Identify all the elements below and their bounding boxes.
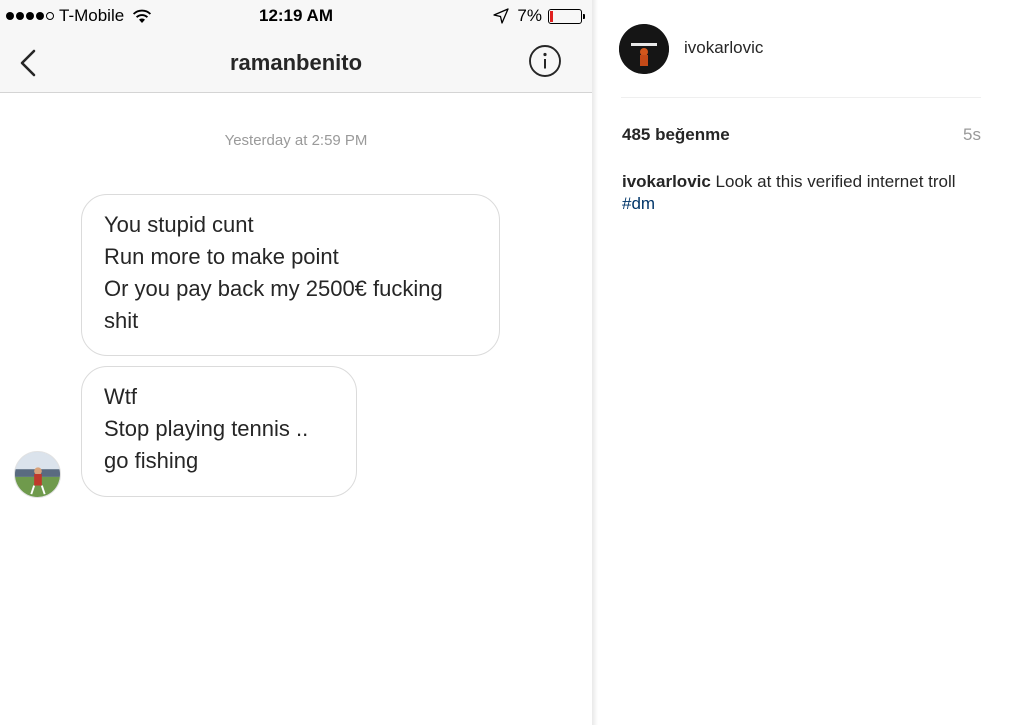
instagram-post-panel: ivokarlovic 485 beğenme 5s ivokarlovic L… — [592, 0, 1012, 725]
panel-edge — [592, 0, 598, 725]
battery-low-icon — [548, 8, 585, 24]
conversation-title: ramanbenito — [229, 50, 363, 75]
likes-count[interactable]: 485 beğenme — [622, 125, 730, 145]
caption-text: Look at this verified internet troll — [710, 172, 956, 191]
dm-screen: T-Mobile 12:19 AM 7% ramanbenito Yesterd… — [0, 0, 592, 725]
post-author-avatar[interactable] — [619, 24, 669, 74]
info-icon[interactable] — [528, 44, 562, 78]
sender-avatar[interactable] — [14, 451, 61, 498]
status-bar: T-Mobile 12:19 AM 7% — [0, 0, 592, 34]
caption-hashtag[interactable]: #dm — [622, 194, 655, 213]
post-caption: ivokarlovic Look at this verified intern… — [622, 171, 982, 215]
divider — [621, 97, 981, 98]
message-bubble[interactable]: You stupid cunt Run more to make point O… — [81, 194, 500, 356]
location-arrow-icon — [493, 8, 510, 24]
thread-timestamp: Yesterday at 2:59 PM — [224, 132, 368, 149]
battery-percent: 7% — [517, 6, 542, 25]
status-right-group: 7% — [493, 6, 585, 26]
post-time-ago: 5s — [963, 125, 981, 144]
message-bubble[interactable]: Wtf Stop playing tennis .. go fishing — [81, 366, 357, 497]
caption-username[interactable]: ivokarlovic — [622, 172, 711, 191]
nav-bar: ramanbenito — [0, 34, 592, 93]
post-author-username[interactable]: ivokarlovic — [684, 38, 763, 58]
